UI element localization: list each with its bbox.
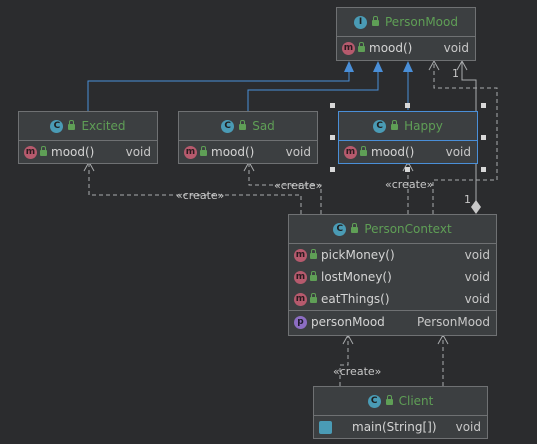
- public-lock-icon: [358, 42, 365, 52]
- class-icon: C: [367, 394, 381, 408]
- class-excited[interactable]: C Excited m mood() void: [18, 111, 158, 164]
- public-lock-icon: [310, 293, 317, 303]
- resize-handle-s[interactable]: [405, 167, 410, 172]
- resize-handle-sw[interactable]: [330, 167, 335, 172]
- class-happy[interactable]: C Happy m mood() void: [338, 111, 478, 164]
- public-lock-icon: [360, 146, 367, 156]
- method-row[interactable]: m lostMoney() void: [289, 266, 496, 288]
- resize-handle-se[interactable]: [481, 167, 486, 172]
- public-lock-icon: [40, 146, 47, 156]
- person-context-header: C PersonContext: [289, 215, 496, 244]
- create-client-label: «create»: [333, 365, 381, 378]
- method-row[interactable]: m mood() void: [339, 141, 477, 163]
- create-happy-label: «create»: [385, 178, 433, 191]
- uml-class-diagram: 1 1 «create» «create» «create» «create»: [0, 0, 537, 444]
- public-lock-icon: [372, 16, 379, 26]
- method-row[interactable]: main(String[]) void: [314, 416, 487, 438]
- class-person-context[interactable]: C PersonContext m pickMoney() void m los…: [288, 214, 497, 336]
- interface-icon: I: [354, 15, 367, 29]
- dependency-client-to-context[interactable]: [437, 333, 449, 386]
- class-icon: C: [373, 119, 387, 133]
- method-name: pickMoney(): [321, 248, 395, 262]
- class-name: PersonMood: [385, 15, 458, 29]
- return-type: void: [443, 41, 469, 55]
- method-icon: m: [184, 145, 197, 159]
- return-type: void: [285, 145, 311, 159]
- method-name: mood(): [51, 145, 95, 159]
- public-lock-icon: [310, 271, 317, 281]
- property-icon: p: [294, 315, 307, 329]
- method-row[interactable]: m mood() void: [179, 141, 317, 163]
- method-icon: m: [294, 248, 307, 262]
- return-type: void: [455, 420, 481, 434]
- class-icon: C: [333, 222, 347, 236]
- public-lock-icon: [385, 395, 393, 405]
- class-icon: C: [221, 119, 235, 133]
- method-name: mood(): [211, 145, 255, 159]
- return-type: void: [464, 292, 490, 306]
- method-icon: m: [294, 270, 307, 284]
- method-name: lostMoney(): [321, 270, 392, 284]
- class-name: Happy: [404, 119, 443, 133]
- resize-handle-ne[interactable]: [481, 103, 486, 108]
- method-name: mood(): [371, 145, 415, 159]
- class-client[interactable]: C Client main(String[]) void: [313, 386, 488, 439]
- happy-header: C Happy: [339, 112, 477, 141]
- class-person-mood[interactable]: I PersonMood m mood() void: [336, 7, 476, 61]
- public-lock-icon: [351, 223, 359, 233]
- method-icon: m: [294, 292, 307, 306]
- method-row[interactable]: m pickMoney() void: [289, 244, 496, 266]
- return-type: void: [464, 270, 490, 284]
- class-icon: C: [50, 119, 64, 133]
- multiplicity-top: 1: [452, 67, 459, 80]
- public-lock-icon: [239, 120, 247, 130]
- excited-header: C Excited: [19, 112, 157, 141]
- client-header: C Client: [314, 387, 487, 416]
- sad-header: C Sad: [179, 112, 317, 141]
- method-name: mood(): [369, 41, 413, 55]
- resize-handle-n[interactable]: [405, 103, 410, 108]
- return-type: void: [125, 145, 151, 159]
- multiplicity-bottom: 1: [464, 193, 471, 206]
- static-method-icon: [319, 420, 332, 434]
- class-name: Client: [398, 394, 434, 408]
- class-name: Excited: [81, 119, 126, 133]
- class-name: Sad: [252, 119, 275, 133]
- resize-handle-w[interactable]: [330, 135, 335, 140]
- method-row[interactable]: m eatThings() void: [289, 288, 496, 310]
- field-row[interactable]: p personMood PersonMood: [289, 310, 496, 333]
- method-icon: m: [342, 41, 355, 55]
- resize-handle-e[interactable]: [481, 135, 486, 140]
- method-icon: m: [344, 145, 357, 159]
- realization-sad[interactable]: [247, 61, 383, 112]
- return-type: void: [445, 145, 471, 159]
- field-name: personMood: [311, 315, 385, 329]
- create-sad-label: «create»: [274, 179, 322, 192]
- method-name: eatThings(): [321, 292, 390, 306]
- return-type: void: [464, 248, 490, 262]
- method-name: main(String[]): [352, 420, 437, 434]
- method-row[interactable]: m mood() void: [19, 141, 157, 163]
- public-lock-icon: [391, 120, 399, 130]
- class-name: PersonContext: [364, 222, 452, 236]
- public-lock-icon: [200, 146, 207, 156]
- class-sad[interactable]: C Sad m mood() void: [178, 111, 318, 164]
- person-mood-header: I PersonMood: [337, 8, 475, 37]
- public-lock-icon: [68, 120, 76, 130]
- field-type: PersonMood: [417, 315, 490, 329]
- public-lock-icon: [310, 249, 317, 259]
- create-excited-edge[interactable]: [83, 160, 302, 214]
- create-excited-label: «create»: [176, 189, 224, 202]
- realization-excited[interactable]: [87, 61, 354, 112]
- resize-handle-nw[interactable]: [330, 103, 335, 108]
- create-client-edge[interactable]: [339, 333, 354, 386]
- method-row[interactable]: m mood() void: [337, 37, 475, 59]
- method-icon: m: [24, 145, 37, 159]
